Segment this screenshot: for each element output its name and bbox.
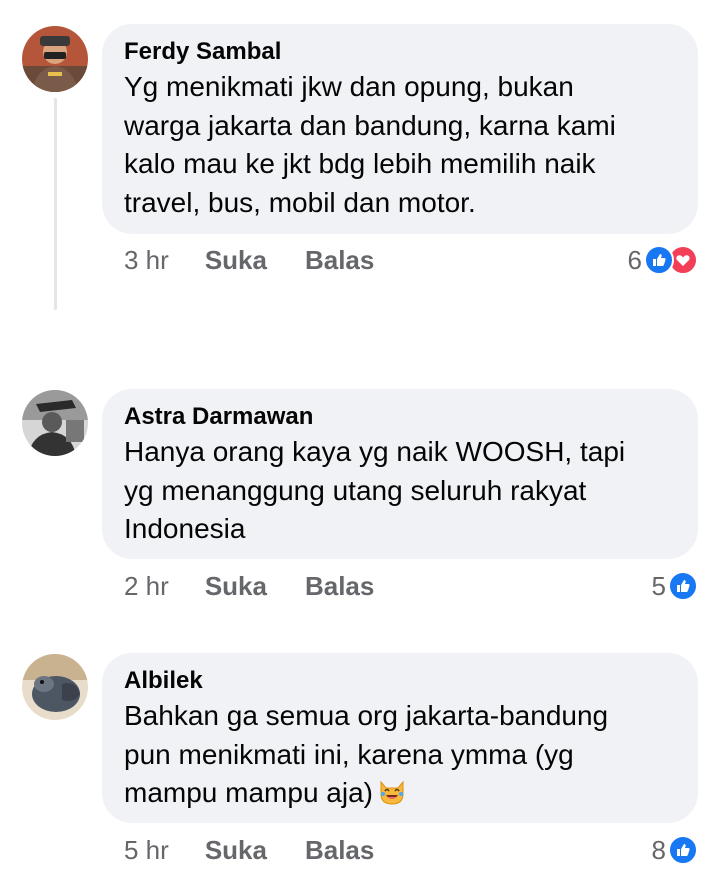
comment-bubble: Ferdy Sambal Yg menikmati jkw dan opung,… [102, 24, 698, 234]
reply-button[interactable]: Balas [305, 571, 374, 602]
like-button[interactable]: Suka [205, 571, 267, 602]
laughing-cat-emoji [377, 776, 407, 817]
like-icon [668, 571, 698, 601]
comment-text-content: Bahkan ga semua org jakarta-bandung pun … [124, 700, 609, 808]
comment-actions: 3 hr Suka Balas [124, 243, 374, 277]
reaction-summary[interactable]: 5 [652, 569, 698, 603]
comment-actions: 2 hr Suka Balas [124, 569, 374, 603]
reaction-summary[interactable]: 6 [628, 243, 698, 277]
comment-author[interactable]: Albilek [124, 665, 676, 697]
avatar[interactable] [22, 654, 88, 720]
comment-text: Bahkan ga semua org jakarta-bandung pun … [124, 697, 676, 817]
comment-author[interactable]: Ferdy Sambal [124, 36, 676, 68]
like-icon [668, 835, 698, 865]
reaction-count: 6 [627, 244, 642, 275]
like-button[interactable]: Suka [205, 245, 267, 276]
comment-text: Yg menikmati jkw dan opung, bukan warga … [124, 71, 616, 218]
comment-timestamp[interactable]: 2 hr [124, 571, 169, 602]
reaction-count: 5 [651, 570, 666, 601]
comment-actions: 5 hr Suka Balas [124, 833, 374, 867]
comment-bubble: Albilek Bahkan ga semua org jakarta-band… [102, 653, 698, 823]
reply-thread-line [54, 98, 57, 310]
avatar[interactable] [22, 26, 88, 92]
comment-author[interactable]: Astra Darmawan [124, 401, 676, 433]
reply-button[interactable]: Balas [305, 245, 374, 276]
like-button[interactable]: Suka [205, 835, 267, 866]
comment-text: Hanya orang kaya yg naik WOOSH, tapi yg … [124, 436, 626, 544]
comment-bubble: Astra Darmawan Hanya orang kaya yg naik … [102, 389, 698, 559]
like-icon [644, 245, 674, 275]
comment-timestamp[interactable]: 3 hr [124, 245, 169, 276]
reply-button[interactable]: Balas [305, 835, 374, 866]
reaction-count: 8 [651, 834, 666, 865]
avatar[interactable] [22, 390, 88, 456]
comment-timestamp[interactable]: 5 hr [124, 835, 169, 866]
reaction-summary[interactable]: 8 [652, 833, 698, 867]
